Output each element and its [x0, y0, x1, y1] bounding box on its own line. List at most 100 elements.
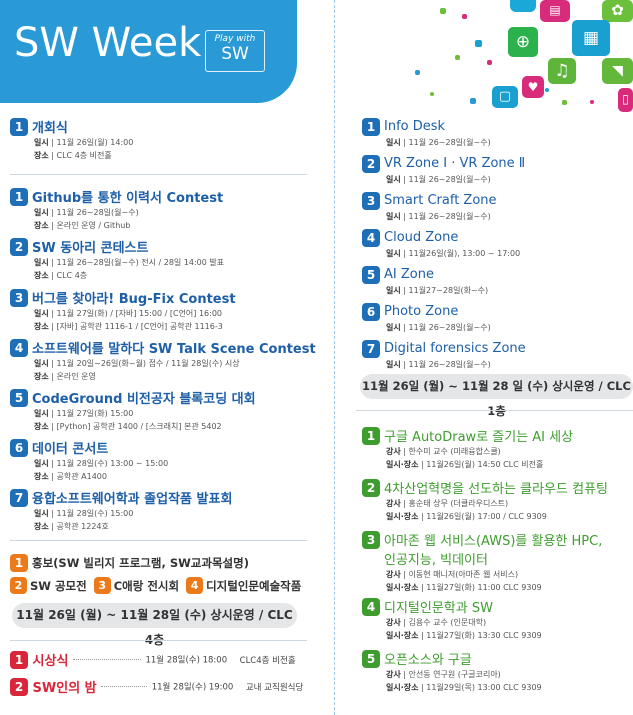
item-detail: 장소 | 온라인 운영 — [34, 372, 96, 381]
item-number: 3 — [93, 577, 111, 594]
rss-icon: ◥ — [602, 58, 633, 84]
item-detail: 일시 | 11월 26~28일(월~수) — [34, 208, 139, 217]
item-title: VR Zone Ⅰ · VR Zone Ⅱ — [384, 156, 526, 171]
item-detail: 장소 | [자바] 공학관 1116-1 / [C언어] 공학관 1116-3 — [34, 322, 223, 331]
item-detail: 강사 | 한수미 교수 (미래융합스쿨) — [386, 447, 501, 456]
ceremony-row: 2 SW인의 밤 11월 28일(수) 19:00 교내 교직원식당 — [10, 677, 303, 696]
item-detail: 장소 | 공학관 A1400 — [34, 472, 107, 481]
item-detail: 일시·장소 | 11월27일(화) 13:30 CLC 9309 — [386, 631, 542, 640]
globe-icon: ⊕ — [508, 27, 538, 57]
talk-item: 1 구글 AutoDraw로 즐기는 AI 세상 강사 | 한수미 교수 (미래융… — [362, 425, 573, 471]
item-detail: 일시·장소 | 11월26일(월) 14:50 CLC 비전홀 — [386, 460, 544, 469]
item-number: 7 — [362, 339, 380, 358]
item-number: 2 — [362, 478, 380, 497]
item-detail: 장소 | CLC 4층 비전홀 — [34, 151, 112, 160]
section-divider — [10, 540, 307, 541]
zone-item: 1 Info Desk 일시 | 11월 26~28일(월~수) — [362, 116, 491, 149]
item-title: 홍보(SW 빌리지 프로그램, SW교과목설명) — [32, 555, 249, 570]
item-number: 1 — [10, 650, 28, 669]
square-dot — [487, 60, 492, 65]
item-number: 3 — [362, 530, 380, 549]
gear-icon: ✿ — [602, 0, 633, 22]
item-title: 데이터 콘서트 — [32, 442, 109, 457]
item-title: SW 동아리 콘테스트 — [32, 241, 149, 256]
contest-item: 6 데이터 콘서트 일시 | 11월 28일(수) 13:00 ~ 15:00 장… — [10, 437, 168, 483]
item-title: AI Zone — [384, 267, 434, 282]
item-number: 7 — [10, 488, 28, 507]
section-divider — [10, 640, 307, 641]
item-title: 아마존 웹 서비스(AWS)를 활용한 HPC, — [384, 534, 603, 549]
item-title: 소프트웨어를 말하다 SW Talk Scene Contest — [32, 342, 316, 357]
ceremony-where: 교내 교직원식당 — [245, 682, 304, 693]
promo-label: SW 공모전 — [30, 578, 87, 593]
item-number: 1 — [10, 187, 28, 206]
item-number: 5 — [362, 649, 380, 668]
item-detail: 일시 | 11월 26~28일(월~수) — [386, 174, 491, 184]
item-title: 구글 AutoDraw로 즐기는 AI 세상 — [384, 430, 574, 445]
item-number: 3 — [10, 288, 28, 307]
item-number: 4 — [186, 577, 204, 594]
zone-item: 7 Digital forensics Zone 일시 | 11월 26~28일(… — [362, 338, 526, 371]
item-detail: 일시 | 11월 27일(화) 15:00 — [34, 409, 134, 418]
column-divider — [334, 0, 335, 715]
schedule-pill: 11월 26일 (월) ~ 11월 28 일 (수) 상시운영 / CLC 1층 — [360, 374, 633, 418]
opening-ceremony: 1 개회식 일시 | 11월 26일(월) 14:00 장소 | CLC 4층 비… — [10, 116, 133, 162]
zone-item: 2 VR Zone Ⅰ · VR Zone Ⅱ 일시 | 11월 26~28일(월… — [362, 153, 525, 186]
contest-item: 1 Github를 통한 이력서 Contest 일시 | 11월 26~28일(… — [10, 186, 223, 232]
square-dot — [415, 70, 420, 75]
banner-title: SW Week — [14, 20, 202, 66]
tv-icon: ▢ — [492, 86, 518, 108]
item-detail: 일시·장소 | 11월27일(화) 11:00 CLC 9309 — [386, 583, 542, 592]
item-title: Smart Craft Zone — [384, 193, 497, 208]
item-detail: 장소 | CLC 4층 — [34, 271, 88, 280]
item-title: Info Desk — [384, 119, 446, 134]
contest-item: 7 융합소프트웨어학과 졸업작품 발표회 일시 | 11월 28일(수) 15:0… — [10, 487, 232, 533]
item-title: 4차산업혁명을 선도하는 클라우드 컴퓨팅 — [384, 482, 608, 497]
dotted-leader — [101, 686, 148, 687]
item-detail: 일시 | 11월 20일~26일(화~월) 접수 / 11월 28일(수) 시상 — [34, 359, 240, 368]
item-title: Cloud Zone — [384, 230, 459, 245]
item-detail: 일시 | 11월 26일(월) 14:00 — [34, 138, 134, 147]
item-detail: 장소 | 온라인 운영 / Github — [34, 221, 131, 230]
ceremony-label: SW인의 밤 — [32, 681, 97, 696]
heart-icon: ♥ — [522, 76, 544, 98]
item-title: 디지털인문학과 SW — [384, 601, 493, 616]
item-detail: 강사 | 이동현 매니저(아마존 웹 서비스) — [386, 570, 519, 579]
item-number: 2 — [362, 154, 380, 173]
talk-item: 4 디지털인문학과 SW 강사 | 김용수 교수 (인문대학) 일시·장소 | 1… — [362, 596, 542, 642]
badge-line-2: SW — [221, 44, 249, 64]
item-number: 5 — [10, 388, 28, 407]
ceremony-label: 시상식 — [32, 654, 69, 669]
item-title: 오픈소스와 구글 — [384, 653, 472, 668]
talk-item: 2 4차산업혁명을 선도하는 클라우드 컴퓨팅 강사 | 홍순태 상무 (더클라우… — [362, 477, 608, 523]
item-title: CodeGround 비전공자 블록코딩 대회 — [32, 392, 256, 407]
item-number: 5 — [362, 265, 380, 284]
contest-item: 3 버그를 찾아라! Bug-Fix Contest 일시 | 11월 27일(화… — [10, 287, 236, 333]
item-number: 1 — [10, 553, 28, 572]
item-detail: 일시 | 11월 26~28일(월~수) — [386, 137, 491, 147]
contest-item: 5 CodeGround 비전공자 블록코딩 대회 일시 | 11월 27일(화)… — [10, 387, 256, 433]
dotted-leader — [72, 659, 141, 660]
item-number: 1 — [362, 426, 380, 445]
item-detail: 강사 | 홍순태 상무 (더클라우디스트) — [386, 499, 509, 508]
square-dot — [462, 14, 467, 19]
square-dot — [470, 98, 476, 104]
item-number: 1 — [10, 117, 28, 136]
square-dot — [440, 8, 446, 14]
play-with-sw-badge: Play with SW — [205, 30, 265, 72]
item-title: 융합소프트웨어학과 졸업작품 발표회 — [32, 492, 233, 507]
item-detail: 장소 | [Python] 공학관 1400 / [스크래치] 본관 5402 — [34, 422, 222, 431]
ceremony-when: 11월 28일(수) 19:00 — [151, 682, 234, 693]
promo-item: 1 홍보(SW 빌리지 프로그램, SW교과목설명) — [10, 552, 249, 572]
promo-label: C애랑 전시회 — [113, 578, 180, 593]
item-detail: 장소 | 공학관 1224호 — [34, 522, 109, 531]
item-detail: 일시·장소 | 11월29일(목) 13:00 CLC 9309 — [386, 683, 542, 692]
ceremony-row: 1 시상식 11월 28일(수) 18:00 CLC4층 비전홀 — [10, 650, 296, 669]
promo-label: 디지털인문예술작품 — [206, 578, 302, 593]
item-title-line-2: 인공지능, 빅데이터 — [384, 553, 488, 568]
item-detail: 일시 | 11월 26~28일(월~수) 전시 / 28일 14:00 발표 — [34, 258, 225, 267]
item-title: Digital forensics Zone — [384, 341, 526, 356]
schedule-pill: 11월 26일 (월) ~ 11월 28일 (수) 상시운영 / CLC 4층 — [12, 603, 297, 647]
square-dot — [455, 55, 460, 60]
ceremony-where: CLC4층 비전홀 — [239, 655, 296, 666]
